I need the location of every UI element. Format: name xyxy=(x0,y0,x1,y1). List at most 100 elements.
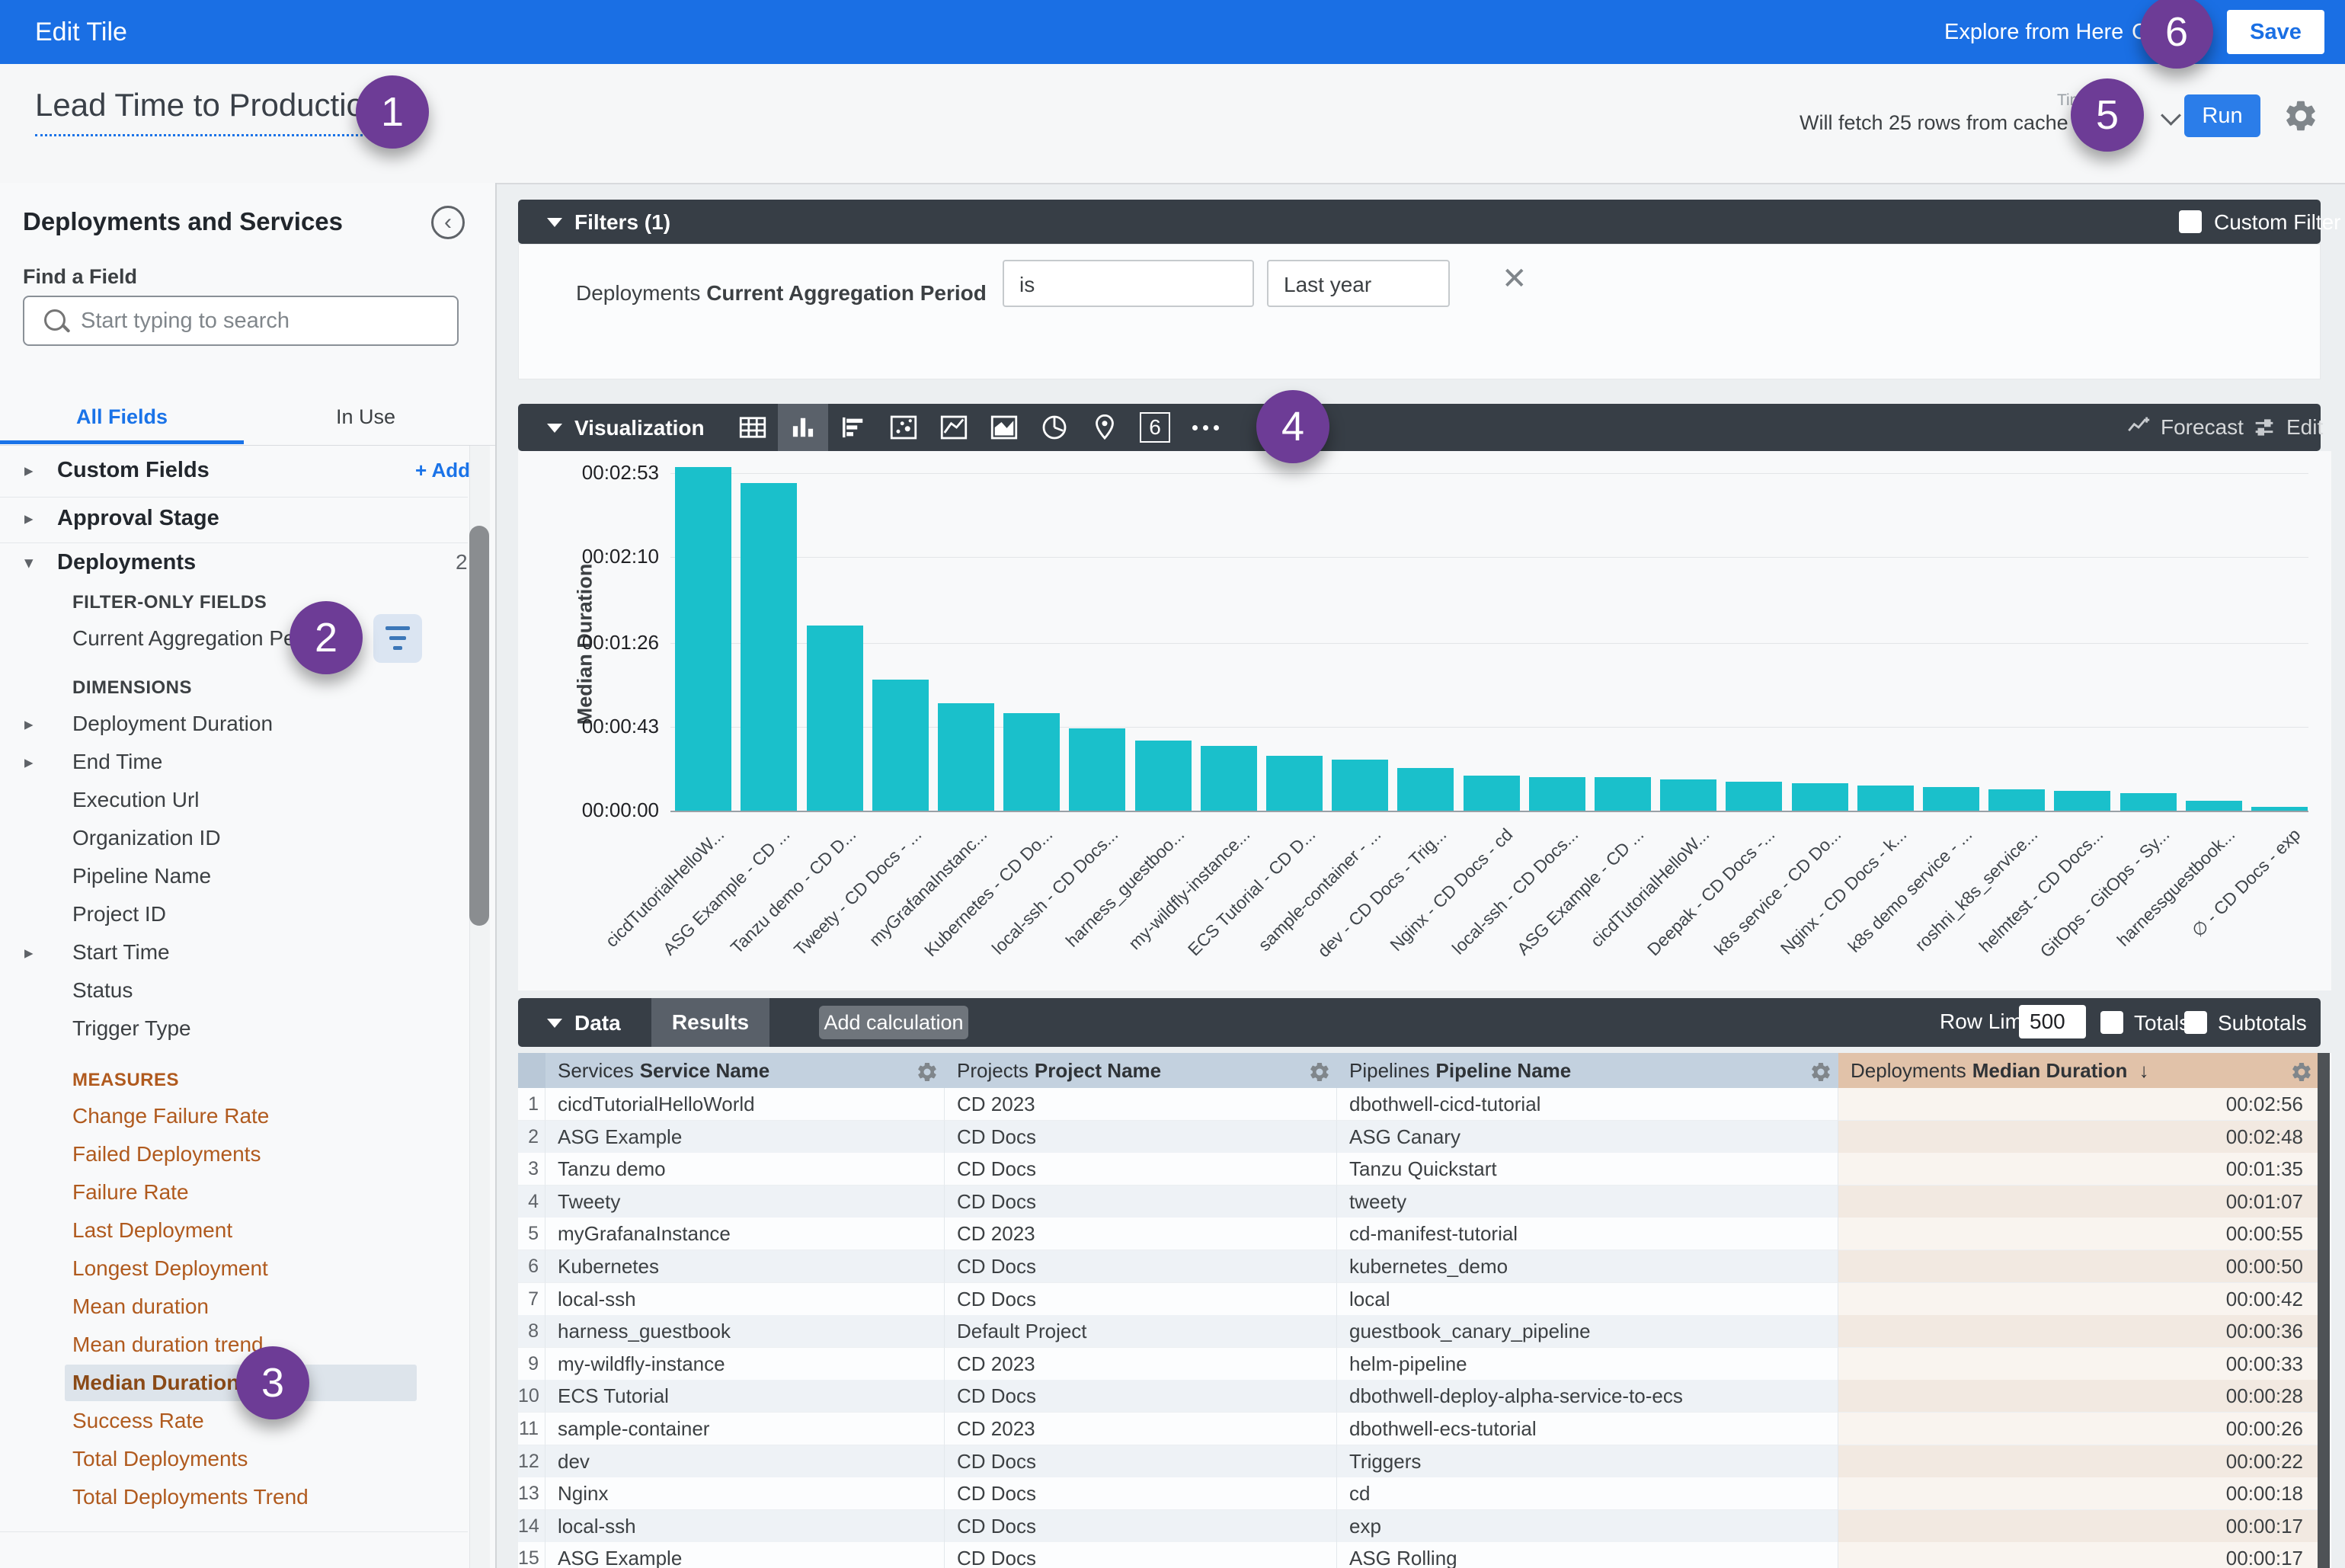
sidebar-scrollbar-thumb[interactable] xyxy=(469,526,489,926)
explore-from-here-link[interactable]: Explore from Here xyxy=(1944,20,2123,45)
chart-bar[interactable] xyxy=(1332,760,1388,811)
add-calculation-button[interactable]: Add calculation xyxy=(819,1006,968,1039)
dimension-trigger-type[interactable]: Trigger Type xyxy=(0,1010,468,1048)
tab-in-use[interactable]: In Use xyxy=(244,405,488,429)
column-gear-icon[interactable] xyxy=(1308,1059,1331,1082)
chart-bar[interactable] xyxy=(1266,756,1323,811)
timezone-chevron-down-icon[interactable] xyxy=(2161,105,2181,126)
data-collapse-caret-icon[interactable] xyxy=(547,1019,562,1028)
chart-bar[interactable] xyxy=(938,703,994,811)
add-custom-field-link[interactable]: + Add xyxy=(415,451,470,489)
column-header-pipeline-name[interactable]: PipelinesPipeline Name xyxy=(1337,1053,1838,1088)
chart-bar[interactable] xyxy=(1464,776,1520,811)
chart-bar[interactable] xyxy=(1397,768,1454,811)
totals-checkbox[interactable] xyxy=(2100,1011,2123,1034)
caret-right-icon[interactable]: ▸ xyxy=(24,933,34,971)
tab-all-fields[interactable]: All Fields xyxy=(0,405,244,429)
caret-right-icon[interactable]: ▸ xyxy=(24,705,34,743)
chart-bar[interactable] xyxy=(1201,746,1257,811)
dimension-end-time[interactable]: ▸End Time xyxy=(0,743,468,781)
caret-down-icon[interactable]: ▾ xyxy=(24,543,34,581)
bar-chart-viz-icon[interactable] xyxy=(778,404,828,451)
column-gear-icon[interactable] xyxy=(1809,1059,1832,1082)
remove-filter-icon[interactable]: ✕ xyxy=(1502,261,1528,296)
results-tab[interactable]: Results xyxy=(651,998,769,1047)
measure-mean-duration-trend[interactable]: Mean duration trend xyxy=(0,1326,468,1364)
custom-filter-checkbox[interactable] xyxy=(2179,210,2202,233)
search-input[interactable] xyxy=(79,300,448,341)
chart-bar[interactable] xyxy=(1660,779,1716,811)
measure-longest-deployment[interactable]: Longest Deployment xyxy=(0,1250,468,1288)
visualization-collapse-caret-icon[interactable] xyxy=(547,424,562,433)
filter-value-select[interactable]: Last year xyxy=(1267,260,1450,307)
measure-change-failure-rate[interactable]: Change Failure Rate xyxy=(0,1097,468,1135)
chart-bar[interactable] xyxy=(2186,801,2242,811)
caret-right-icon[interactable]: ▸ xyxy=(24,451,34,489)
field-current-aggregation-period[interactable]: Current Aggregation Period xyxy=(0,619,468,658)
field-search-box[interactable] xyxy=(23,296,459,346)
chart-bar[interactable] xyxy=(1529,777,1585,811)
dimension-organization-id[interactable]: Organization ID xyxy=(0,819,468,857)
chart-bar[interactable] xyxy=(1726,782,1782,811)
chart-bar[interactable] xyxy=(2120,793,2177,811)
group-custom-fields[interactable]: ▸Custom Fields+ Add xyxy=(0,451,468,489)
chart-bar[interactable] xyxy=(1003,713,1060,811)
measure-total-deployments[interactable]: Total Deployments xyxy=(0,1440,468,1478)
chart-bar[interactable] xyxy=(872,680,929,811)
pie-chart-viz-icon[interactable] xyxy=(1029,404,1080,451)
more-viz-options-icon[interactable] xyxy=(1180,404,1230,451)
map-pin-viz-icon[interactable] xyxy=(1080,404,1130,451)
dimension-project-id[interactable]: Project ID xyxy=(0,895,468,933)
column-header-project-name[interactable]: ProjectsProject Name xyxy=(945,1053,1337,1088)
caret-right-icon[interactable]: ▸ xyxy=(24,499,34,537)
table-scrollbar-thumb[interactable] xyxy=(2318,1053,2330,1568)
chart-bar[interactable] xyxy=(2251,807,2308,811)
filter-operator-select[interactable]: is xyxy=(1003,260,1254,307)
sort-arrow-icon[interactable]: ↓ xyxy=(2139,1059,2149,1082)
dimension-pipeline-name[interactable]: Pipeline Name xyxy=(0,857,468,895)
chart-bar[interactable] xyxy=(1069,728,1125,811)
tile-title-input[interactable]: Lead Time to Production xyxy=(35,87,382,136)
run-button[interactable]: Run xyxy=(2184,94,2260,137)
column-gear-icon[interactable] xyxy=(2290,1059,2313,1082)
subtotals-checkbox[interactable] xyxy=(2184,1011,2207,1034)
chart-bar[interactable] xyxy=(1857,786,1914,811)
measure-last-deployment[interactable]: Last Deployment xyxy=(0,1211,468,1250)
horizontal-bar-viz-icon[interactable] xyxy=(828,404,878,451)
group-approval-stage[interactable]: ▸Approval Stage xyxy=(0,499,468,537)
column-header-median-duration[interactable]: DeploymentsMedian Duration ↓ xyxy=(1838,1053,2319,1088)
forecast-button[interactable]: Forecast xyxy=(2126,404,2244,451)
measure-failed-deployments[interactable]: Failed Deployments xyxy=(0,1135,468,1173)
scatter-plot-viz-icon[interactable] xyxy=(878,404,929,451)
dimension-execution-url[interactable]: Execution Url xyxy=(0,781,468,819)
measure-failure-rate[interactable]: Failure Rate xyxy=(0,1173,468,1211)
measure-median-duration[interactable]: Median Duration xyxy=(0,1364,468,1402)
collapse-panel-icon[interactable]: ‹ xyxy=(431,206,465,239)
column-gear-icon[interactable] xyxy=(916,1059,939,1082)
chart-bar[interactable] xyxy=(675,467,731,811)
chart-bar[interactable] xyxy=(807,626,863,811)
settings-gear-icon[interactable] xyxy=(2283,98,2319,134)
chart-bar[interactable] xyxy=(1923,787,1979,811)
dimension-status[interactable]: Status xyxy=(0,971,468,1010)
filter-field-button[interactable] xyxy=(373,614,422,663)
dimension-deployment-duration[interactable]: ▸Deployment Duration xyxy=(0,705,468,743)
measure-success-rate[interactable]: Success Rate xyxy=(0,1402,468,1440)
line-chart-viz-icon[interactable] xyxy=(929,404,979,451)
column-header-service-name[interactable]: ServicesService Name xyxy=(545,1053,945,1088)
filters-collapse-caret-icon[interactable] xyxy=(547,218,562,227)
group-deployments[interactable]: ▾Deployments2 xyxy=(0,543,468,581)
chart-bar[interactable] xyxy=(1595,777,1651,811)
measure-mean-duration[interactable]: Mean duration xyxy=(0,1288,468,1326)
save-button[interactable]: Save xyxy=(2227,10,2324,54)
single-value-viz-icon[interactable]: 6 xyxy=(1130,404,1180,451)
chart-bar[interactable] xyxy=(1792,783,1848,811)
chart-bar[interactable] xyxy=(741,483,797,811)
measure-total-deployments-trend[interactable]: Total Deployments Trend xyxy=(0,1478,468,1516)
edit-viz-button[interactable]: Edit xyxy=(2251,404,2323,451)
dimension-start-time[interactable]: ▸Start Time xyxy=(0,933,468,971)
row-limit-input[interactable] xyxy=(2019,1005,2086,1038)
table-viz-icon[interactable] xyxy=(728,404,778,451)
chart-bar[interactable] xyxy=(1135,741,1192,811)
chart-bar[interactable] xyxy=(1988,789,2045,811)
